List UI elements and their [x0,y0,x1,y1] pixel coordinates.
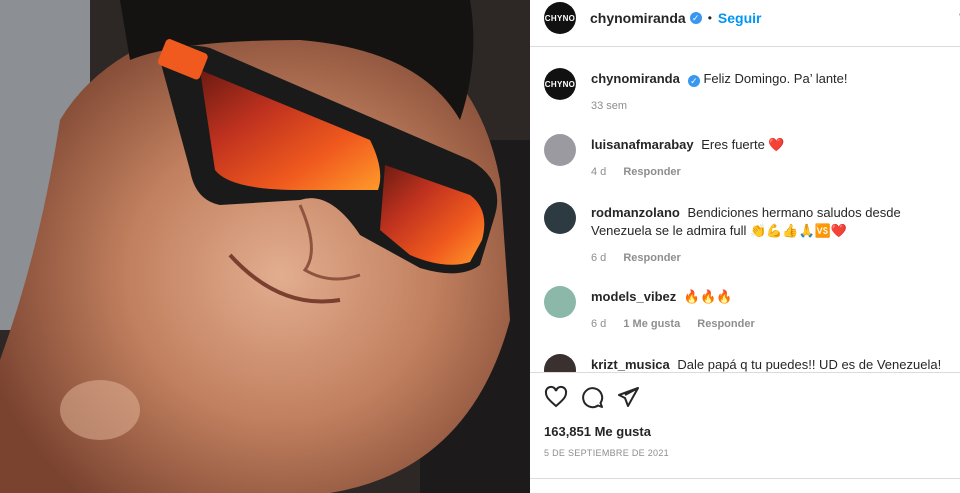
comment-username[interactable]: krizt_musica [591,357,670,372]
comment-username[interactable]: rodmanzolano [591,205,680,220]
comment-text: krizt_musica Dale papá q tu puedes!! UD … [591,356,960,372]
verified-badge-icon: ✓ [687,75,700,87]
heart-icon[interactable] [544,385,568,409]
likes-count[interactable]: 163,851 Me gusta [544,424,651,439]
caption-text: chynomiranda ✓ Feliz Domingo. Pa’ lante! [591,70,960,88]
caption-meta: 33 sem [591,100,641,112]
post-photo[interactable] [0,0,530,493]
reply-button[interactable]: Responder [623,252,680,264]
comment-body: Eres fuerte ❤️ [701,137,785,152]
username-link[interactable]: chynomiranda [590,10,686,26]
comment-text: rodmanzolano Bendiciones hermano saludos… [591,204,960,240]
comment-username[interactable]: models_vibez [591,289,676,304]
avatar-logo-text: CHYNO [544,79,576,89]
comment-avatar[interactable] [544,202,576,234]
comment-body: Dale papá q tu puedes!! UD es de Venezue… [677,357,942,372]
comment-likes[interactable]: 1 Me gusta [623,318,680,330]
caption-body: Feliz Domingo. Pa’ lante! [703,71,848,86]
comment-text: luisanafmarabay Eres fuerte ❤️ [591,136,960,154]
avatar[interactable]: CHYNO [544,2,576,34]
comment-meta: 4 d Responder [591,166,695,178]
comment-time[interactable]: 6 d [591,252,606,264]
actions-divider [530,372,960,373]
comment-body: 🔥🔥🔥 [683,289,733,304]
comment-meta: 6 d 1 Me gusta Responder [591,318,769,330]
caption-username[interactable]: chynomiranda [591,71,680,86]
comments-list[interactable]: CHYNO chynomiranda ✓ Feliz Domingo. Pa’ l… [530,46,960,372]
comment-text: models_vibez 🔥🔥🔥 [591,288,960,306]
post-date: 5 DE SEPTIEMBRE DE 2021 [544,448,669,458]
separator-dot: • [707,11,712,25]
comment-avatar[interactable] [544,286,576,318]
comment-icon[interactable] [580,385,604,409]
selfie-image [0,0,530,493]
share-icon[interactable] [616,385,640,409]
comment-username[interactable]: luisanafmarabay [591,137,694,152]
comment-meta: 6 d Responder [591,252,695,264]
reply-button[interactable]: Responder [697,318,754,330]
action-bar [544,384,652,410]
avatar-logo-text: CHYNO [544,13,576,23]
caption-time[interactable]: 33 sem [591,100,627,112]
comment-avatar[interactable] [544,134,576,166]
post-panel: CHYNO chynomiranda ✓ • Seguir • CHYNO ch… [530,0,960,493]
comment-avatar[interactable] [544,354,576,372]
post-header: CHYNO chynomiranda ✓ • Seguir • [530,0,960,36]
bottom-divider [530,478,960,479]
reply-button[interactable]: Responder [623,166,680,178]
caption-avatar[interactable]: CHYNO [544,68,576,100]
comment-time[interactable]: 6 d [591,318,606,330]
follow-button[interactable]: Seguir [718,10,762,26]
verified-badge-icon: ✓ [689,12,702,24]
comment-time[interactable]: 4 d [591,166,606,178]
